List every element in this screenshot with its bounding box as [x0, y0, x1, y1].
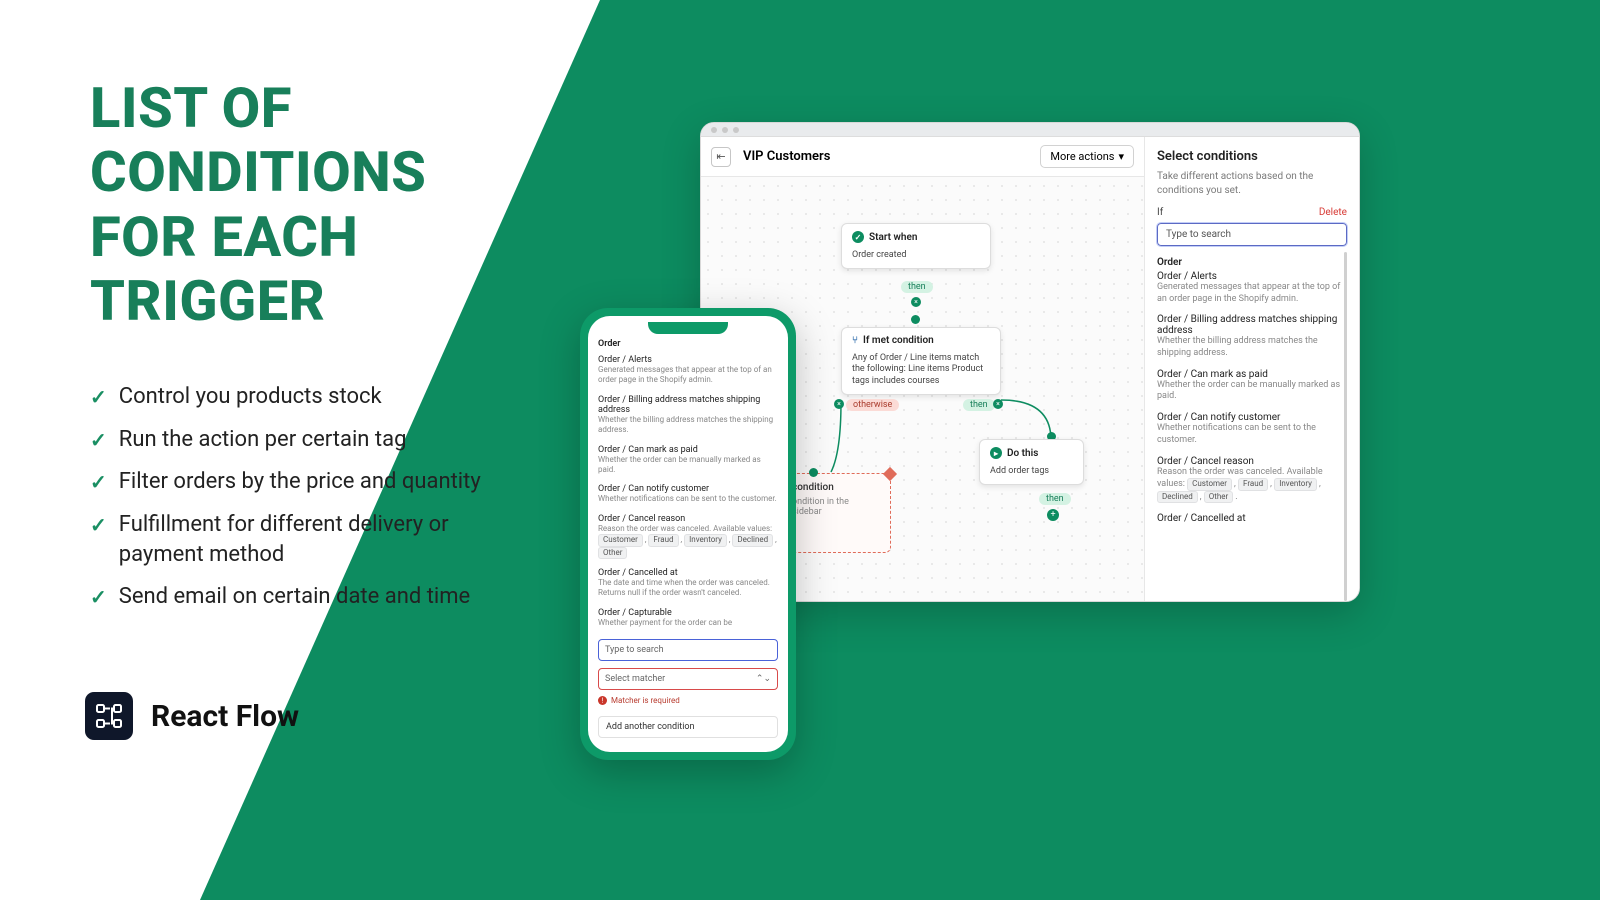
node-title: If met condition [863, 335, 934, 346]
brand-name: React Flow [151, 699, 299, 734]
condition-group-label: Order [1157, 252, 1347, 271]
node-title: Start when [869, 232, 917, 243]
if-label: If [1157, 207, 1163, 218]
condition-item[interactable]: Order / Can mark as paidWhether the orde… [598, 445, 778, 476]
value-pill: Inventory [684, 534, 727, 546]
check-icon: ✓ [90, 427, 107, 454]
then-chip[interactable]: then [901, 281, 933, 293]
condition-item[interactable]: Order / Billing address matches shipping… [598, 395, 778, 436]
phone-notch [648, 322, 728, 334]
bullet-text: Send email on certain date and time [119, 582, 470, 612]
error-icon: ! [598, 696, 607, 705]
node-title: Do this [1007, 448, 1038, 459]
more-actions-button[interactable]: More actions ▾ [1040, 145, 1134, 168]
node-subtitle: Any of Order / Line items match the foll… [842, 353, 1000, 394]
traffic-light-icon [722, 127, 728, 133]
brand-logo-icon [85, 692, 133, 740]
condition-item[interactable]: Order / Cancelled atThe date and time wh… [598, 568, 778, 599]
value-pill: Fraud [648, 534, 678, 546]
connector-dot-icon [809, 468, 818, 477]
node-subtitle: Order created [842, 250, 990, 268]
condition-item[interactable]: Order / Can notify customerWhether notif… [598, 484, 778, 504]
value-pill: Fraud [1238, 478, 1268, 490]
add-icon[interactable]: + [1047, 509, 1059, 521]
check-icon: ✓ [90, 384, 107, 411]
error-message: ! Matcher is required [598, 696, 778, 705]
headline: LIST OF CONDITIONS FOR EACH TRIGGER [90, 76, 426, 334]
play-circle-icon: ▸ [990, 447, 1002, 459]
value-pill: Customer [598, 534, 643, 546]
value-pill: Declined [1157, 491, 1198, 503]
search-input[interactable]: Type to search [598, 639, 778, 661]
sidebar-subtitle: Take different actions based on the cond… [1157, 170, 1347, 197]
matcher-select[interactable]: Select matcher ⌃⌄ [598, 668, 778, 690]
phone-screen: Order Order / AlertsGenerated messages t… [588, 316, 788, 752]
placeholder-condition-card[interactable]: condition ondition in the sidebar [781, 473, 891, 553]
condition-item[interactable]: Order / AlertsGenerated messages that ap… [1157, 271, 1347, 305]
bullet-text: Filter orders by the price and quantity [119, 467, 481, 497]
caret-down-icon: ▾ [1118, 150, 1124, 163]
check-icon: ✓ [90, 584, 107, 611]
condition-item[interactable]: Order / Cancelled at [1157, 513, 1347, 524]
node-start[interactable]: ✓ Start when Order created [841, 223, 991, 269]
condition-item[interactable]: Order / Billing address matches shipping… [1157, 314, 1347, 359]
bullet-text: Run the action per certain tag [119, 425, 407, 455]
checkmark-circle-icon: ✓ [852, 231, 864, 243]
then-chip[interactable]: then [963, 399, 995, 411]
check-icon: ✓ [90, 512, 107, 539]
value-pill: Customer [1187, 478, 1232, 490]
delete-link[interactable]: Delete [1319, 207, 1347, 218]
condition-group-label: Order [598, 334, 778, 352]
more-actions-label: More actions [1050, 150, 1114, 163]
bullet-text: Fulfillment for different delivery or pa… [119, 510, 510, 569]
back-icon[interactable]: ⇤ [711, 147, 731, 167]
canvas-topbar: ⇤ VIP Customers More actions ▾ [701, 137, 1144, 177]
placeholder-sub: ondition in the sidebar [782, 497, 890, 525]
traffic-light-icon [733, 127, 739, 133]
placeholder-title: condition [782, 474, 890, 497]
condition-item[interactable]: Order / Can notify customerWhether notif… [1157, 412, 1347, 446]
node-action[interactable]: ▸ Do this Add order tags [979, 439, 1084, 485]
check-icon: ✓ [90, 469, 107, 496]
conditions-sidebar: Select conditions Take different actions… [1144, 137, 1359, 601]
delete-icon[interactable]: × [834, 399, 844, 409]
condition-item[interactable]: Order / Cancel reason Reason the order w… [598, 514, 778, 559]
traffic-light-icon [711, 127, 717, 133]
add-condition-button[interactable]: Add another condition [598, 716, 778, 738]
node-subtitle: Add order tags [980, 466, 1083, 484]
feature-bullets: ✓ Control you products stock ✓ Run the act… [90, 382, 510, 625]
sidebar-title: Select conditions [1157, 149, 1347, 164]
select-placeholder: Select matcher [605, 674, 665, 684]
delete-icon[interactable]: × [993, 399, 1003, 409]
condition-item[interactable]: Order / Cancel reason Reason the order w… [1157, 456, 1347, 504]
value-pill: Inventory [1274, 478, 1317, 490]
connector-dot-icon [911, 315, 920, 324]
desktop-window: ⇤ VIP Customers More actions ▾ ✓ Start wh… [700, 122, 1360, 602]
node-condition[interactable]: ⑂ If met condition Any of Order / Line it… [841, 327, 1001, 395]
delete-icon[interactable]: × [911, 297, 921, 307]
stepper-icon: ⌃⌄ [756, 674, 771, 684]
bullet-text: Control you products stock [119, 382, 382, 412]
value-pill: Other [1204, 491, 1233, 503]
condition-item[interactable]: Order / AlertsGenerated messages that ap… [598, 355, 778, 386]
value-pill: Other [598, 547, 627, 559]
otherwise-chip[interactable]: otherwise [846, 399, 899, 411]
workflow-title: VIP Customers [743, 149, 830, 164]
condition-item[interactable]: Order / CapturableWhether payment for th… [598, 608, 778, 628]
phone-frame: Order Order / AlertsGenerated messages t… [580, 308, 796, 760]
search-input[interactable]: Type to search [1157, 223, 1347, 246]
value-pill: Declined [732, 534, 773, 546]
branch-icon: ⑂ [852, 335, 858, 346]
condition-item[interactable]: Order / Can mark as paidWhether the orde… [1157, 369, 1347, 403]
brand: React Flow [85, 692, 299, 740]
then-chip[interactable]: then [1039, 493, 1071, 505]
window-titlebar [701, 123, 1359, 137]
